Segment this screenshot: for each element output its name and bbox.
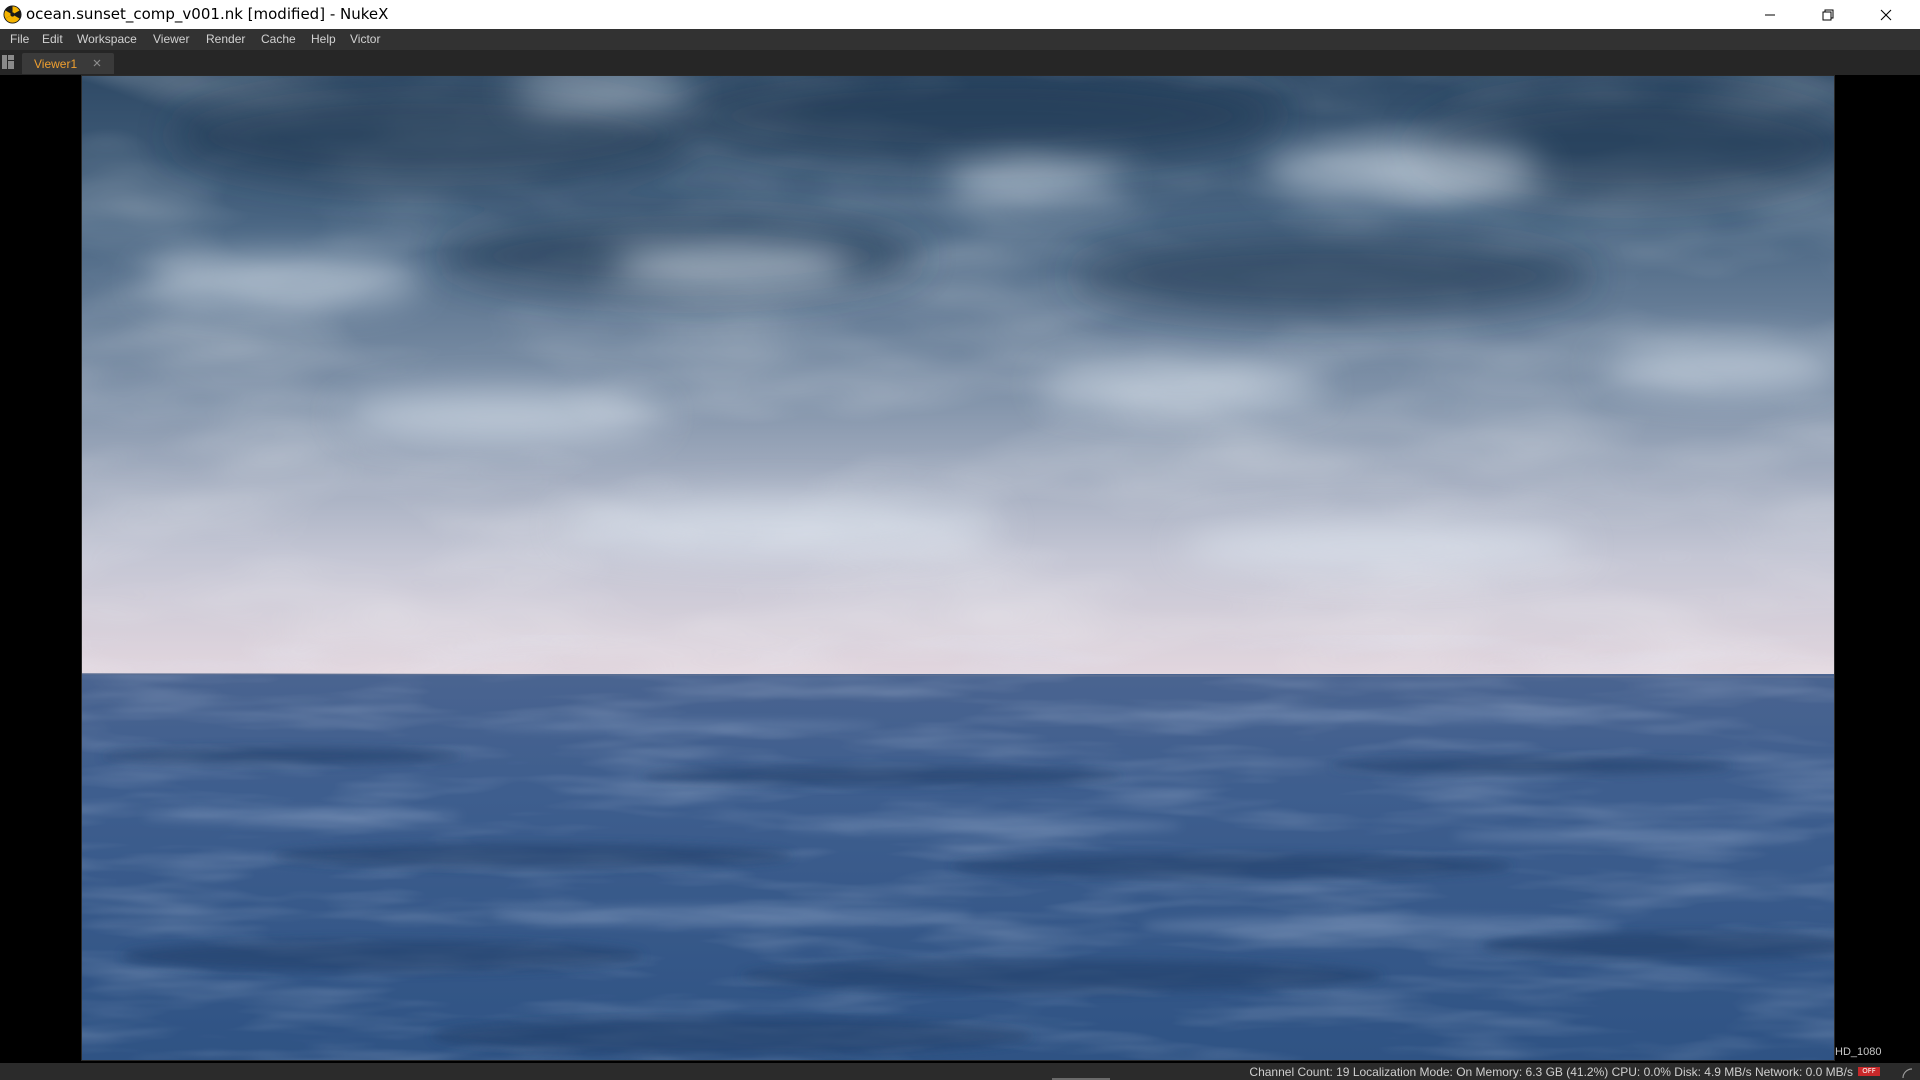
menu-cache[interactable]: Cache xyxy=(261,32,296,47)
restore-icon xyxy=(1822,9,1834,20)
format-label: HD_1080 xyxy=(1835,1046,1882,1058)
tab-viewer1[interactable]: Viewer1 xyxy=(22,53,114,74)
resize-grip-icon[interactable] xyxy=(1900,1066,1914,1080)
close-icon[interactable] xyxy=(91,57,103,69)
minimize-icon xyxy=(1765,14,1775,15)
viewer-image[interactable] xyxy=(81,75,1835,1061)
tab-bar: Viewer1 xyxy=(0,50,1920,75)
title-bar: ocean.sunset_comp_v001.nk [modified] - N… xyxy=(0,0,1920,29)
minimize-button[interactable] xyxy=(1741,0,1799,29)
menu-help[interactable]: Help xyxy=(311,32,336,47)
close-window-button[interactable] xyxy=(1857,0,1915,29)
menu-bar: File Edit Workspace Viewer Render Cache … xyxy=(0,29,1920,50)
nukex-radiation-icon xyxy=(3,5,22,24)
ocean-sunset-image xyxy=(82,76,1834,1060)
menu-workspace[interactable]: Workspace xyxy=(77,32,137,47)
menu-render[interactable]: Render xyxy=(206,32,245,47)
menu-viewer[interactable]: Viewer xyxy=(153,32,189,47)
tab-label: Viewer1 xyxy=(34,57,78,71)
window-title: ocean.sunset_comp_v001.nk [modified] - N… xyxy=(26,5,389,23)
close-icon xyxy=(1880,9,1892,20)
status-bar: Channel Count: 19 Localization Mode: On … xyxy=(0,1063,1920,1080)
menu-edit[interactable]: Edit xyxy=(42,32,63,47)
viewer-panel[interactable]: HD_1080 xyxy=(0,75,1920,1063)
menu-file[interactable]: File xyxy=(10,32,29,47)
menu-user[interactable]: Victor xyxy=(350,32,380,47)
restore-button[interactable] xyxy=(1799,0,1857,29)
panel-menu-icon[interactable] xyxy=(2,55,14,69)
status-text: Channel Count: 19 Localization Mode: On … xyxy=(1249,1065,1853,1079)
status-off-badge[interactable]: OFF xyxy=(1858,1067,1880,1076)
